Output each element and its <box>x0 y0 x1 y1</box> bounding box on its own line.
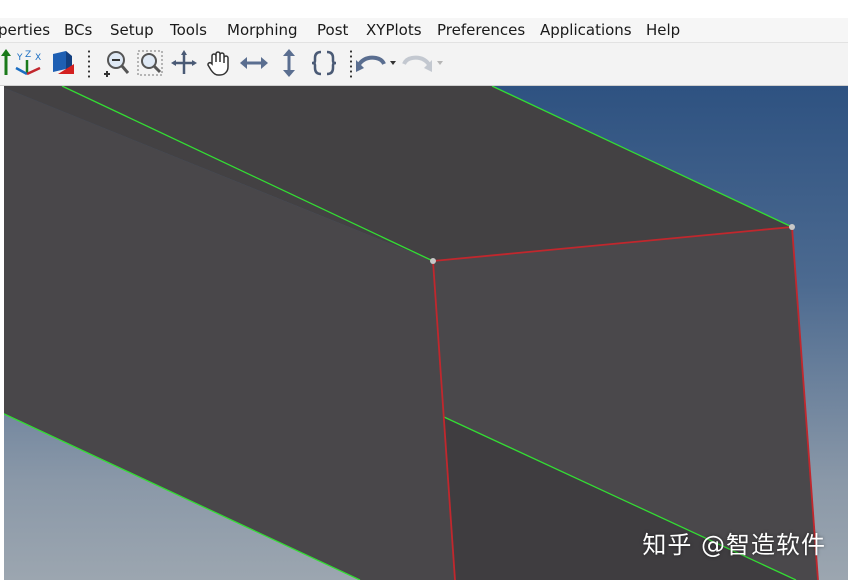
model-geometry <box>0 86 819 580</box>
menu-preferences[interactable]: Preferences <box>437 20 525 40</box>
view-cube-icon <box>48 48 78 78</box>
redo-view-icon <box>400 48 444 78</box>
undo-view-icon <box>354 48 398 78</box>
menu-post[interactable]: Post <box>317 20 348 40</box>
menu-help[interactable]: Help <box>646 20 680 40</box>
horizontal-arrows-button[interactable] <box>238 47 270 79</box>
undo-view-button[interactable] <box>356 47 396 79</box>
menu-xyplots[interactable]: XYPlots <box>366 20 422 40</box>
title-strip <box>0 0 848 18</box>
menu-tools[interactable]: Tools <box>170 20 207 40</box>
redo-view-button[interactable] <box>402 47 443 79</box>
graphics-viewport[interactable] <box>0 86 848 580</box>
viewport-left-border <box>0 86 4 580</box>
svg-text:X: X <box>35 53 41 63</box>
menu-bar: perties BCs Setup Tools Morphing Post XY… <box>0 18 848 43</box>
svg-text:Z: Z <box>25 50 31 60</box>
zoom-fit-icon <box>135 48 165 78</box>
xyz-axis-icon: Y Z X <box>12 48 44 78</box>
view-toolbar: Y Z X <box>0 43 848 86</box>
watermark-text: 知乎 @智造软件 <box>642 531 826 559</box>
rotate-crosshair-icon <box>169 48 199 78</box>
spin-brackets-button[interactable] <box>308 47 340 79</box>
menu-applications[interactable]: Applications <box>540 20 632 40</box>
vertex-node <box>789 224 795 230</box>
pan-hand-icon <box>204 48 234 78</box>
view-cube-button[interactable] <box>47 47 79 79</box>
vertex-node <box>430 258 436 264</box>
application-window: perties BCs Setup Tools Morphing Post XY… <box>0 0 848 580</box>
svg-text:Y: Y <box>16 53 23 63</box>
menu-setup[interactable]: Setup <box>110 20 154 40</box>
rotate-crosshair-button[interactable] <box>168 47 200 79</box>
toolbar-separator <box>88 49 90 79</box>
horizontal-arrows-icon <box>238 48 270 78</box>
menu-bcs[interactable]: BCs <box>64 20 92 40</box>
zoom-window-icon <box>101 48 131 78</box>
pan-hand-button[interactable] <box>203 47 235 79</box>
vertical-arrows-button[interactable] <box>273 47 305 79</box>
menu-morphing[interactable]: Morphing <box>227 20 298 40</box>
xyz-axis-button[interactable]: Y Z X <box>12 47 44 79</box>
zoom-window-button[interactable] <box>100 47 132 79</box>
spin-brackets-icon <box>309 48 339 78</box>
zoom-fit-button[interactable] <box>134 47 166 79</box>
toolbar-separator <box>350 49 352 79</box>
vertical-arrows-icon <box>274 47 304 79</box>
menu-properties[interactable]: perties <box>0 20 50 40</box>
